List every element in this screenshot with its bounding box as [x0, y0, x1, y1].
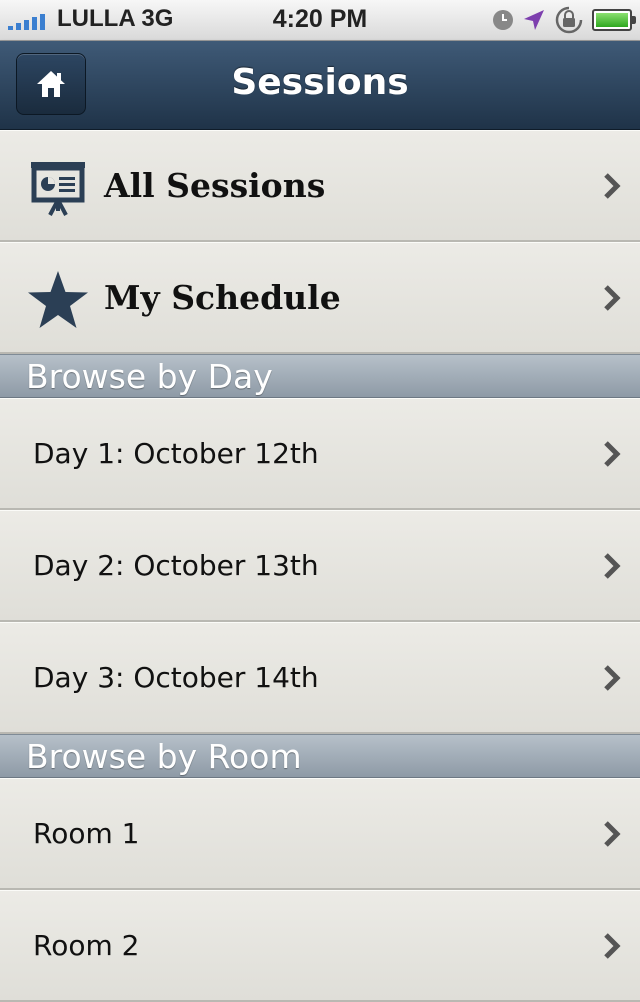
chevron-right-icon [604, 820, 621, 847]
day-row[interactable]: Day 3: October 14th [0, 622, 640, 734]
status-icons [492, 6, 636, 34]
star-icon [28, 271, 88, 328]
page-title: Sessions [231, 62, 409, 103]
row-label: All Sessions [104, 166, 326, 205]
section-header-browse-by-room: Browse by Room [0, 734, 640, 778]
my-schedule-row[interactable]: My Schedule [0, 242, 640, 354]
location-arrow-icon [524, 10, 544, 30]
chevron-right-icon [604, 932, 621, 959]
chevron-right-icon [604, 440, 621, 467]
room-row[interactable]: Room 2 [0, 890, 640, 1002]
room-row[interactable]: Room 1 [0, 778, 640, 890]
rotation-lock-icon [555, 6, 583, 34]
row-label: Day 2: October 13th [33, 549, 319, 582]
chevron-right-icon [604, 664, 621, 691]
status-bar: LULLA 3G 4:20 PM [0, 0, 640, 41]
navigation-bar: Sessions [0, 41, 640, 130]
chevron-right-icon [604, 172, 621, 199]
battery-icon [592, 9, 636, 31]
day-row[interactable]: Day 1: October 12th [0, 398, 640, 510]
row-label: Room 1 [33, 817, 140, 850]
day-row[interactable]: Day 2: October 13th [0, 510, 640, 622]
clock-icon [493, 10, 513, 30]
section-header-browse-by-day: Browse by Day [0, 354, 640, 398]
row-label: Room 2 [33, 929, 140, 962]
chevron-right-icon [604, 552, 621, 579]
all-sessions-row[interactable]: All Sessions [0, 130, 640, 242]
row-label: My Schedule [104, 278, 341, 317]
chevron-right-icon [604, 284, 621, 311]
row-label: Day 1: October 12th [33, 437, 319, 470]
row-label: Day 3: October 14th [33, 661, 319, 694]
presentation-board-icon [31, 162, 85, 216]
